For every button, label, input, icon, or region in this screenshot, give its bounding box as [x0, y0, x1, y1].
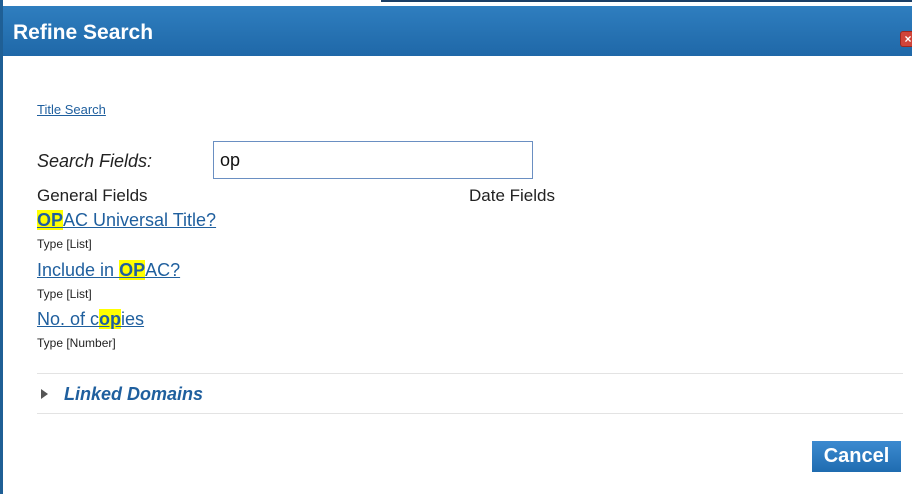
top-border-line [381, 0, 912, 2]
field-type-label: Type [Number] [37, 336, 116, 350]
cancel-button[interactable]: Cancel [812, 441, 901, 472]
dialog-title: Refine Search [13, 21, 154, 44]
search-match-highlight: op [99, 309, 122, 329]
dialog-titlebar[interactable]: Refine Search × [3, 6, 912, 56]
expand-triangle-icon [41, 389, 48, 399]
field-link-text: No. of c [37, 309, 100, 329]
general-fields-heading: General Fields [37, 186, 148, 205]
field-link-opac-universal-title[interactable]: OPAC Universal Title? [37, 210, 216, 231]
field-link-include-in-opac[interactable]: Include in OPAC? [37, 260, 180, 281]
linked-domains-label: Linked Domains [64, 383, 204, 404]
linked-domains-toggle[interactable]: Linked Domains [41, 382, 203, 406]
close-icon: × [904, 32, 912, 46]
divider [37, 373, 903, 374]
divider [37, 413, 903, 414]
title-search-link[interactable]: Title Search [37, 102, 106, 117]
field-link-text: AC? [145, 260, 181, 280]
field-link-text: ies [121, 309, 145, 329]
close-button[interactable]: × [900, 31, 912, 47]
search-fields-input[interactable] [213, 141, 533, 179]
field-type-label: Type [List] [37, 287, 92, 301]
search-match-highlight: OP [119, 260, 146, 280]
date-fields-heading: Date Fields [469, 186, 555, 205]
field-link-text: AC Universal Title? [63, 210, 217, 230]
search-fields-label: Search Fields: [37, 151, 153, 171]
field-link-no-of-copies[interactable]: No. of copies [37, 309, 144, 330]
refine-search-dialog: Refine Search × Title Search Search Fiel… [0, 0, 912, 494]
search-match-highlight: OP [37, 210, 64, 230]
field-type-label: Type [List] [37, 237, 92, 251]
field-link-text: Include in [37, 260, 120, 280]
